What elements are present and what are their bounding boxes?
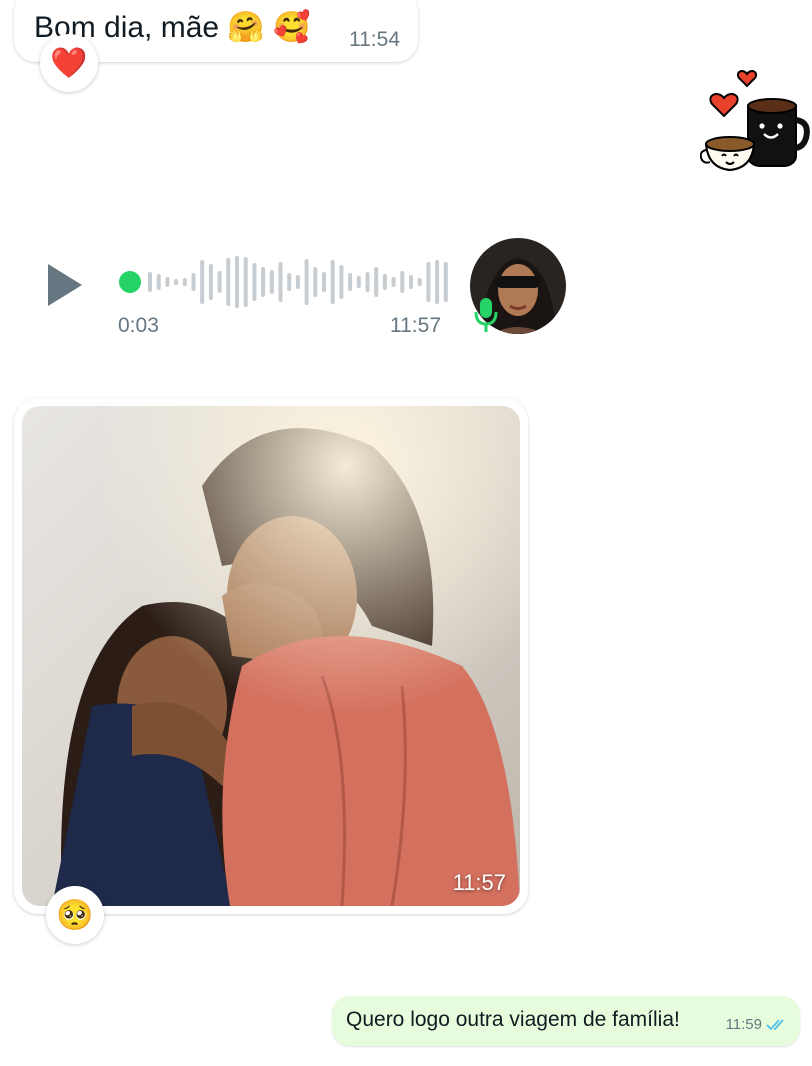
waveform-bar (426, 262, 431, 302)
waveform-bar (243, 257, 248, 307)
playback-progress-dot[interactable] (119, 271, 141, 293)
waveform-bar (226, 258, 231, 306)
waveform-bar (278, 262, 283, 302)
waveform-bar (409, 275, 413, 289)
voice-message[interactable]: 0:03 11:57 (14, 218, 574, 348)
message-time: 11:54 (349, 28, 400, 51)
voice-waveform[interactable] (118, 254, 458, 310)
reaction-badge-heart[interactable]: ❤️ (40, 34, 98, 92)
waveform-bar (400, 271, 405, 293)
waveform-bar (295, 275, 300, 289)
waveform-bar (382, 274, 387, 290)
message-text: Quero logo outra viagem de família! (346, 1008, 680, 1031)
waveform-bar (435, 260, 440, 304)
waveform-bar (348, 273, 353, 291)
pleading-face-reaction-icon: 🥺 (56, 898, 94, 932)
waveform-bar (208, 264, 213, 300)
waveform-bar (365, 272, 370, 292)
message-meta: 11:59 (726, 1016, 788, 1033)
waveform-bar (304, 259, 309, 305)
waveform-bar (339, 265, 344, 299)
waveform-bar (261, 267, 266, 297)
message-time: 11:59 (725, 1016, 762, 1033)
coffee-cups-sticker[interactable] (699, 66, 812, 178)
waveform-bar (443, 262, 448, 302)
waveform-bar (200, 260, 205, 304)
waveform-bar (287, 273, 292, 291)
incoming-photo-message[interactable]: 11:57 (14, 398, 528, 914)
waveform-bar (417, 278, 422, 286)
waveform-bar (374, 267, 379, 297)
waveform-bar (356, 276, 361, 288)
waveform-bar (235, 256, 239, 308)
voice-duration: 0:03 (118, 314, 159, 337)
waveform-bar (191, 273, 196, 291)
waveform-bar (156, 274, 161, 290)
waveform-bar (252, 263, 257, 301)
waveform-bar (174, 279, 179, 285)
waveform-bar (391, 277, 396, 287)
waveform-bar (182, 278, 187, 286)
waveform-bar (148, 272, 152, 292)
waveform-bar (269, 270, 274, 294)
photo-time: 11:57 (452, 870, 506, 895)
voice-time: 11:57 (390, 314, 441, 337)
photo-image (22, 406, 520, 906)
waveform-bar (313, 267, 318, 297)
waveform-bar (322, 272, 326, 292)
mic-icon (474, 298, 498, 332)
outgoing-message[interactable]: Quero logo outra viagem de família! 11:5… (332, 996, 800, 1046)
heart-reaction-icon: ❤️ (50, 46, 88, 80)
play-icon[interactable] (42, 262, 88, 308)
shared-photo[interactable]: 11:57 (22, 406, 520, 906)
waveform-bar (330, 260, 335, 304)
waveform-bar (165, 277, 170, 287)
waveform-bar (217, 271, 222, 293)
double-check-icon (766, 1018, 784, 1030)
sticker-image (699, 70, 810, 172)
reaction-badge-pleading[interactable]: 🥺 (46, 886, 104, 944)
